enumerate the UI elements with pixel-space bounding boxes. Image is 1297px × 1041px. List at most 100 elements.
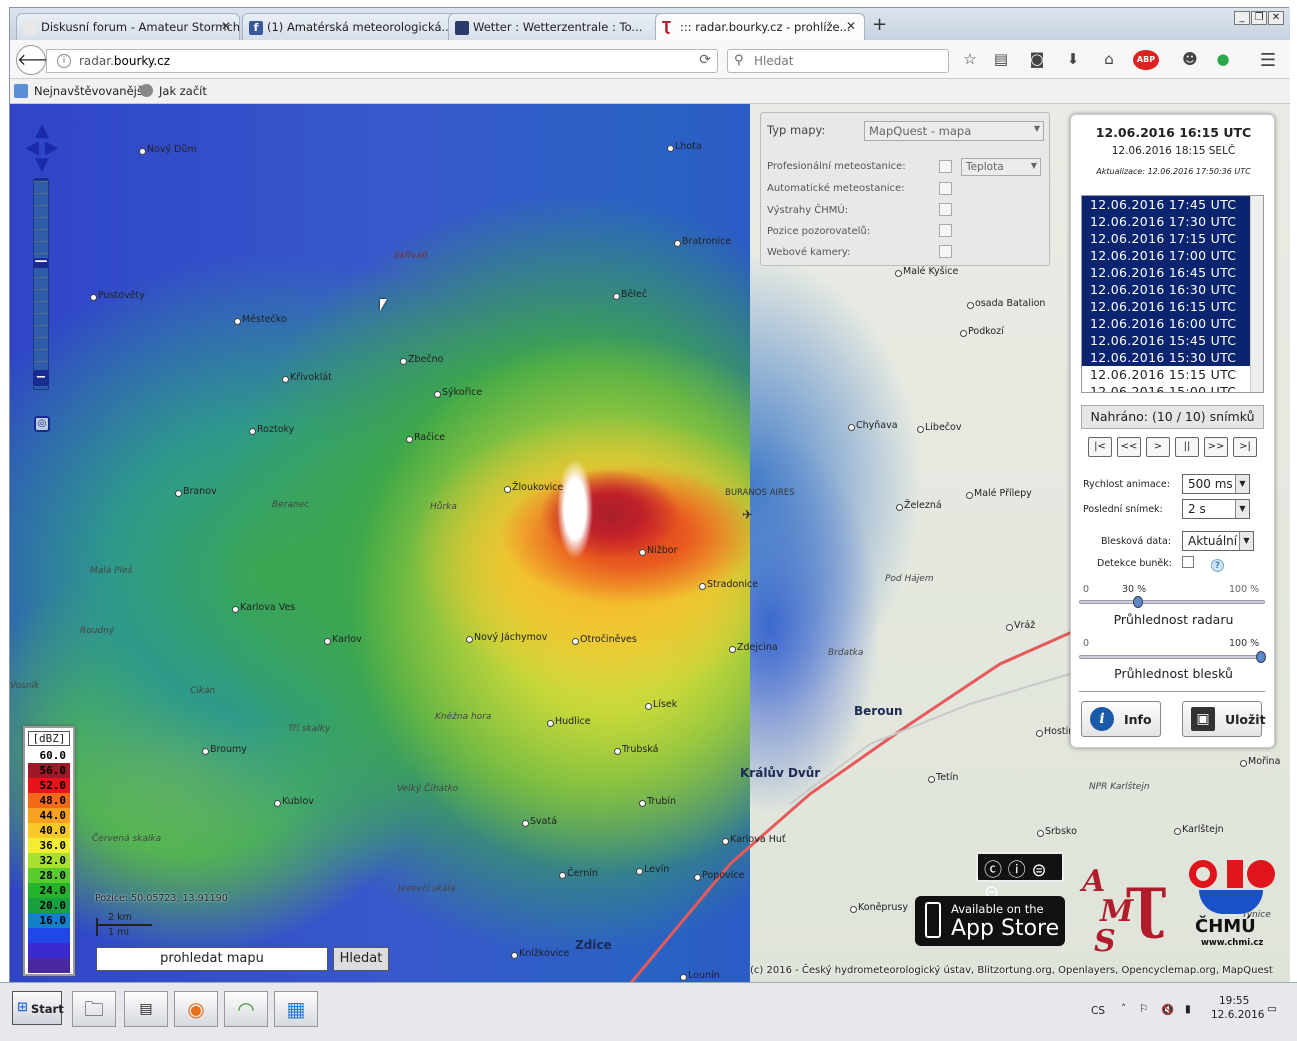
frame-list[interactable]: 12.06.2016 17:45 UTC 12.06.2016 17:30 UTC… [1081, 195, 1264, 393]
radar-opacity-handle[interactable] [1132, 596, 1143, 608]
save-button[interactable]: ▣ Uložit [1182, 701, 1266, 737]
address-bar[interactable]: i radar.bourky.cz ⟳ [46, 49, 718, 73]
radar-map[interactable]: ▲ ◀ ▶ ▼ + — − ◎ Nový Dům Pustověty Měste… [10, 104, 1290, 988]
lightning-select[interactable]: Aktuální ▼ [1182, 531, 1254, 551]
network-icon[interactable]: ▮ [1185, 1003, 1191, 1015]
tray-expand-icon[interactable]: ˄ [1121, 1003, 1126, 1015]
map-search-button[interactable]: Hledat [333, 947, 389, 971]
close-tab-icon[interactable]: ✕ [221, 19, 231, 33]
app-store-badge[interactable]: Available on the App Store [915, 896, 1065, 946]
town-label: Karlova Huť [722, 834, 786, 845]
volume-muted-icon[interactable]: 🔇 [1161, 1003, 1174, 1016]
action-center-icon[interactable]: ⚐ [1139, 1003, 1148, 1015]
pocket-icon[interactable]: ◙ [1027, 50, 1047, 70]
globe-icon [140, 84, 153, 97]
hill-label: Kněžna hora [435, 712, 492, 722]
help-icon[interactable]: ? [1211, 559, 1224, 572]
adblock-icon[interactable]: ABP [1133, 50, 1159, 70]
show-desktop-icon[interactable]: ▭ [1267, 1003, 1277, 1015]
tab-facebook[interactable]: f (1) Amatérská meteorologická... ✕ [242, 13, 466, 40]
hill-label: Pod Hájem [885, 574, 934, 584]
site-info-icon[interactable]: i [57, 54, 71, 68]
lightning-opacity-handle[interactable] [1256, 651, 1266, 663]
pan-control[interactable]: ▲ ◀ ▶ ▼ [24, 122, 60, 174]
frame-item[interactable]: 12.06.2016 15:30 UTC [1082, 349, 1252, 366]
pause-button[interactable]: || [1175, 437, 1199, 457]
grammarly-icon[interactable]: ● [1213, 50, 1233, 70]
play-button[interactable]: > [1146, 437, 1170, 457]
loaded-frames-button[interactable]: Nahráno: (10 / 10) snímků [1081, 405, 1264, 429]
observers-checkbox[interactable] [939, 224, 952, 237]
zoom-level-handle[interactable]: — [33, 255, 49, 268]
frame-list-scrollbar[interactable] [1250, 196, 1263, 392]
document-icon[interactable]: ▤ [124, 991, 168, 1027]
restore-icon[interactable]: ❐ [1251, 11, 1267, 25]
minimize-icon[interactable]: _ [1234, 11, 1250, 25]
lightning-opacity-slider[interactable] [1079, 651, 1266, 663]
town-label: Lhota [667, 141, 702, 152]
tab-stormchasers[interactable]: Diskusní forum - Amateur Stormch... ✕ [16, 13, 240, 40]
next-frame-button[interactable]: >> [1204, 437, 1228, 457]
speed-label: Rychlost animace: [1083, 479, 1170, 490]
chat-icon[interactable]: ☻ [1180, 50, 1200, 70]
tab-wetterzentrale[interactable]: Wetter : Wetterzentrale : To... ✕ [448, 13, 672, 40]
bookmark-most-visited[interactable]: Nejnavštěvovanější [34, 84, 146, 98]
home-icon[interactable]: ⌂ [1099, 50, 1119, 70]
frame-item[interactable]: 12.06.2016 15:15 UTC [1082, 366, 1252, 383]
pro-stations-checkbox[interactable] [939, 160, 952, 173]
city-label: Zdice [575, 938, 612, 952]
auto-stations-checkbox[interactable] [939, 182, 952, 195]
frame-item[interactable]: 12.06.2016 17:45 UTC [1082, 196, 1252, 213]
pan-down-icon[interactable]: ▼ [24, 156, 60, 174]
forum-favicon-icon [23, 21, 37, 35]
frame-item[interactable]: 12.06.2016 17:15 UTC [1082, 230, 1252, 247]
frame-item[interactable]: 12.06.2016 16:30 UTC [1082, 281, 1252, 298]
prev-frame-button[interactable]: << [1117, 437, 1141, 457]
bookmark-star-icon[interactable]: ☆ [960, 50, 980, 70]
locate-icon[interactable]: ◎ [34, 416, 50, 432]
bookmark-getting-started[interactable]: Jak začít [159, 84, 207, 98]
first-frame-button[interactable]: |< [1088, 437, 1112, 457]
info-button[interactable]: i Info [1081, 701, 1161, 737]
map-type-select[interactable]: MapQuest - mapa ▼ [864, 121, 1044, 141]
language-indicator[interactable]: CS [1091, 1005, 1105, 1017]
phone-icon [925, 902, 941, 938]
firefox-icon[interactable]: ◉ [174, 991, 218, 1027]
warnings-checkbox[interactable] [939, 203, 952, 216]
frame-item[interactable]: 12.06.2016 16:45 UTC [1082, 264, 1252, 281]
speed-select[interactable]: 500 ms ▼ [1182, 474, 1250, 494]
download-icon[interactable]: ⬇ [1063, 50, 1083, 70]
radar-opacity-slider[interactable] [1079, 596, 1265, 608]
clock-date[interactable]: 12.6.2016 [1211, 1009, 1264, 1021]
back-button[interactable]: 🡐 [16, 45, 60, 75]
close-tab-icon[interactable]: ✕ [846, 19, 856, 33]
tab-radar-bourky[interactable]: Ʈ ::: radar.bourky.cz - prohlíže... ✕ [655, 13, 865, 40]
frame-item[interactable]: 12.06.2016 17:30 UTC [1082, 213, 1252, 230]
zoom-out-button[interactable]: − [33, 370, 49, 386]
file-explorer-icon[interactable]: 🗀 [72, 991, 116, 1027]
menu-icon[interactable]: ☰ [1258, 50, 1278, 71]
image-viewer-icon[interactable]: ▦ [274, 991, 318, 1027]
frame-item[interactable]: 12.06.2016 16:00 UTC [1082, 315, 1252, 332]
close-window-icon[interactable]: ✕ [1268, 11, 1284, 25]
town-label: Karlova Ves [231, 602, 296, 613]
scale-km: 2 km [108, 912, 132, 923]
frame-item[interactable]: 12.06.2016 17:00 UTC [1082, 247, 1252, 264]
last-frame-select[interactable]: 2 s ▼ [1182, 499, 1250, 519]
last-frame-button[interactable]: >| [1233, 437, 1257, 457]
cell-detection-checkbox[interactable] [1182, 556, 1194, 568]
reload-icon[interactable]: ⟳ [699, 52, 711, 68]
new-tab-button[interactable]: + [872, 14, 887, 35]
network-app-icon[interactable]: ◠ [224, 991, 268, 1027]
pro-stations-select[interactable]: Teplota ▼ [961, 158, 1041, 176]
clock-time[interactable]: 19:55 [1219, 995, 1249, 1007]
bookmarks-library-icon[interactable]: ▤ [991, 50, 1011, 70]
start-button[interactable]: ⊞ Start [12, 991, 64, 1025]
zoom-slider[interactable] [33, 180, 49, 390]
map-search-input[interactable]: prohledat mapu [96, 947, 328, 971]
webcams-checkbox[interactable] [939, 245, 952, 258]
frame-item[interactable]: 12.06.2016 15:45 UTC [1082, 332, 1252, 349]
frame-item[interactable]: 12.06.2016 15:00 UTC [1082, 383, 1252, 392]
frame-item[interactable]: 12.06.2016 16:15 UTC [1082, 298, 1252, 315]
browser-search-box[interactable]: ⚲ Hledat [727, 49, 949, 73]
